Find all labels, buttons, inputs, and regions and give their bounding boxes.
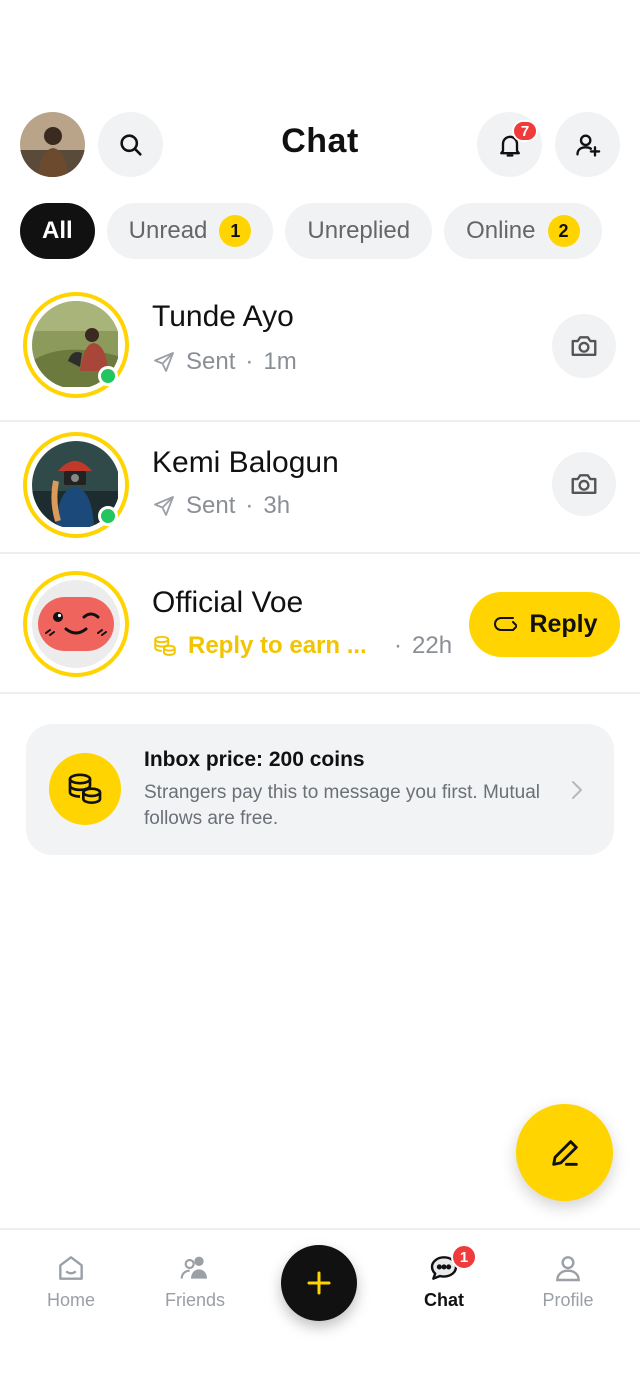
separator: · bbox=[394, 632, 402, 659]
reward-text: Reply to earn ... bbox=[188, 632, 367, 659]
contact-name: Tunde Ayo bbox=[152, 300, 294, 333]
timestamp: 1m bbox=[263, 348, 297, 375]
filter-label: Unread bbox=[128, 217, 208, 244]
notifications-button[interactable]: 7 bbox=[477, 112, 542, 177]
filter-label: Online bbox=[466, 217, 536, 244]
filter-label: Unreplied bbox=[307, 217, 411, 244]
reply-arrow-icon bbox=[494, 616, 518, 631]
chevron-right-icon bbox=[572, 781, 582, 799]
chat-row[interactable]: Official Voe Reply to earn ... · 22h Rep… bbox=[0, 554, 640, 694]
filter-tabs: All Unread 1 Unreplied Online 2 bbox=[20, 203, 602, 259]
camera-icon bbox=[571, 336, 597, 356]
separator: · bbox=[245, 348, 254, 375]
camera-button[interactable] bbox=[552, 452, 616, 516]
coins-icon bbox=[154, 635, 176, 656]
contact-name: Official Voe bbox=[152, 586, 304, 619]
inbox-price-description: Strangers pay this to message you first.… bbox=[144, 782, 541, 829]
reply-label: Reply bbox=[529, 610, 598, 638]
header: Chat 7 bbox=[0, 112, 640, 178]
compose-button[interactable] bbox=[516, 1104, 613, 1201]
notification-badge: 7 bbox=[512, 120, 538, 142]
plus-icon bbox=[307, 1271, 331, 1295]
coin-badge bbox=[49, 753, 121, 825]
tab-profile[interactable]: Profile bbox=[513, 1252, 623, 1311]
chat-row[interactable]: Tunde Ayo Sent · 1m bbox=[0, 282, 640, 422]
person-icon bbox=[556, 1256, 580, 1282]
inbox-price-title: Inbox price: 200 coins bbox=[144, 748, 365, 771]
create-button[interactable] bbox=[281, 1245, 357, 1321]
tab-label: Friends bbox=[164, 1290, 226, 1310]
message-status: Sent · 3h bbox=[152, 492, 290, 520]
tab-label: Profile bbox=[542, 1290, 594, 1310]
message-status: Sent · 1m bbox=[152, 348, 297, 376]
home-icon bbox=[59, 1256, 83, 1280]
message-status: Reply to earn ... · 22h bbox=[152, 632, 452, 660]
sent-arrow-icon bbox=[154, 352, 174, 372]
tab-friends[interactable]: Friends bbox=[140, 1252, 250, 1311]
filter-unread[interactable]: Unread 1 bbox=[106, 203, 274, 259]
chat-unread-badge: 1 bbox=[451, 1244, 477, 1270]
reply-button[interactable]: Reply bbox=[469, 592, 620, 657]
add-friend-button[interactable] bbox=[555, 112, 620, 177]
tab-chat[interactable]: Chat 1 bbox=[389, 1244, 499, 1311]
separator: · bbox=[245, 492, 254, 519]
mascot-face-icon bbox=[38, 597, 114, 651]
unread-count-badge: 1 bbox=[219, 215, 252, 247]
filter-unreplied[interactable]: Unreplied bbox=[285, 203, 433, 259]
tab-home[interactable]: Home bbox=[16, 1252, 126, 1311]
tab-label: Chat bbox=[424, 1290, 464, 1310]
online-indicator bbox=[98, 506, 118, 526]
inbox-price-card[interactable]: Inbox price: 200 coins Strangers pay thi… bbox=[26, 724, 614, 855]
chat-row[interactable]: Kemi Balogun Sent · 3h bbox=[0, 414, 640, 554]
online-indicator bbox=[98, 366, 118, 386]
sent-arrow-icon bbox=[154, 496, 174, 516]
filter-online[interactable]: Online 2 bbox=[444, 203, 602, 259]
filter-all[interactable]: All bbox=[20, 203, 95, 259]
filter-label: All bbox=[42, 217, 73, 244]
contact-name: Kemi Balogun bbox=[152, 446, 339, 479]
coins-icon bbox=[68, 773, 102, 805]
friends-icon bbox=[180, 1256, 207, 1279]
status-text: Sent bbox=[186, 348, 236, 375]
timestamp: 22h bbox=[412, 632, 453, 659]
pencil-icon bbox=[551, 1139, 578, 1166]
online-count-badge: 2 bbox=[547, 215, 580, 247]
avatar[interactable] bbox=[23, 571, 129, 677]
camera-button[interactable] bbox=[552, 314, 616, 378]
status-text: Sent bbox=[186, 492, 236, 519]
timestamp: 3h bbox=[263, 492, 291, 519]
add-user-icon bbox=[575, 134, 600, 157]
tab-label: Home bbox=[46, 1290, 95, 1310]
page-title: Chat bbox=[281, 122, 359, 160]
bottom-nav: Home Friends Chat 1 Profile bbox=[0, 1228, 640, 1387]
camera-icon bbox=[571, 474, 597, 494]
